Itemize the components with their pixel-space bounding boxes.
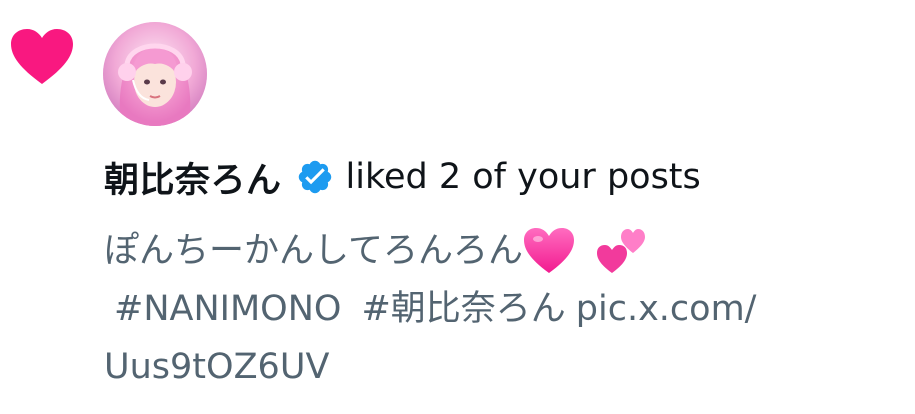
media-link-part-2[interactable]: Uus9tOZ6UV [104,338,329,396]
preview-line-3: Uus9tOZ6UV [104,338,894,396]
hashtag-asahina-ron[interactable]: #朝比奈ろん [361,280,565,338]
post-text: ぽんちーかんしてろんろん [104,231,523,271]
display-name[interactable]: 朝比奈ろん [104,152,282,203]
avatar-image [103,22,207,126]
action-text: liked 2 of your posts [345,157,701,197]
like-notification[interactable]: 朝比奈ろん liked 2 of your posts ぽんちーかんしてろんろん [0,0,915,414]
two-hearts-emoji [596,229,645,273]
heart-icon [11,29,73,84]
hashtag-nanimono[interactable]: #NANIMONO [114,280,341,338]
pink-heart-emoji [523,228,574,273]
preview-line-2: #NANIMONO #朝比奈ろん pic.x.com/ [104,280,894,338]
notification-header: 朝比奈ろん liked 2 of your posts [104,152,701,202]
preview-line-1: ぽんちーかんしてろんろん [104,222,894,280]
verified-badge-icon [298,160,331,194]
post-preview[interactable]: ぽんちーかんしてろんろん #NANIMONO #朝比奈ろん pic.x.com/… [104,222,894,396]
media-link-part-1[interactable]: pic.x.com/ [576,280,757,338]
avatar[interactable] [103,22,207,126]
